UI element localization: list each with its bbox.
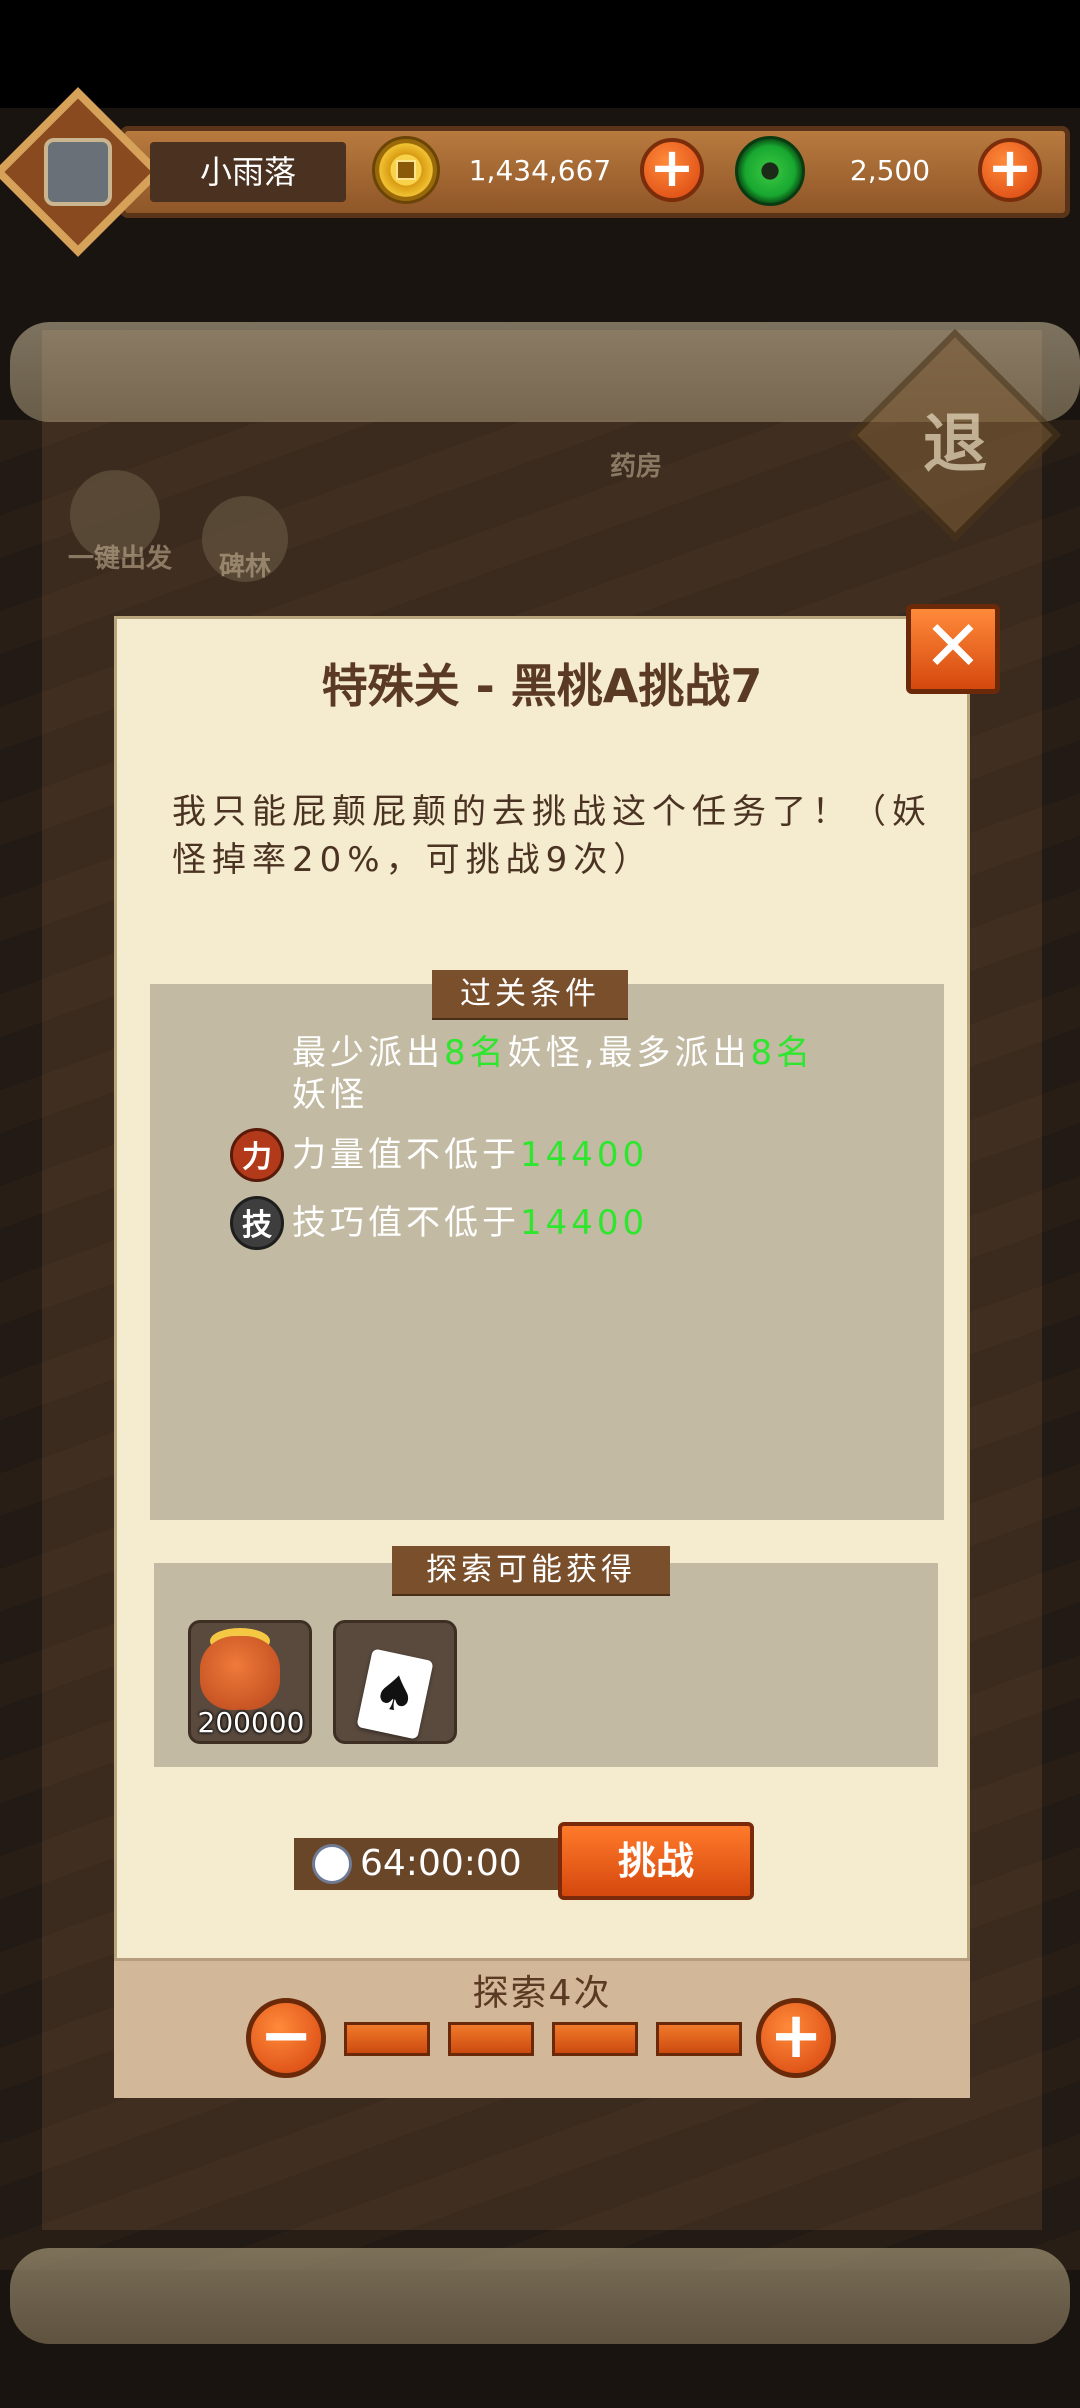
skill-icon: 技 (230, 1196, 284, 1250)
power-value: 14400 (520, 1135, 649, 1175)
reward-gold-amount: 200000 (197, 1706, 305, 1739)
power-icon: 力 (230, 1128, 284, 1182)
skill-condition: 技巧值不低于14400 (292, 1202, 752, 1244)
power-text: 力量值不低于 (292, 1135, 520, 1175)
dispatch-condition: 最少派出8名妖怪,最多派出8名妖怪 (292, 1032, 832, 1116)
player-name: 小雨落 (150, 142, 346, 202)
power-condition: 力量值不低于14400 (292, 1134, 752, 1176)
explore-segment (552, 2022, 638, 2056)
scroll-bottom-roll (10, 2248, 1070, 2344)
explore-segment (448, 2022, 534, 2056)
explore-segment (656, 2022, 742, 2056)
decrease-button[interactable]: − (246, 1998, 326, 2078)
gold-bag-icon (200, 1636, 280, 1710)
jade-icon (735, 136, 805, 206)
dialog-title: 特殊关 - 黑桃A挑战7 (321, 659, 763, 713)
rewards-title: 探索可能获得 (392, 1546, 670, 1594)
dispatch-prefix: 最少派出 (292, 1033, 444, 1073)
quick-start-label: 一键出发 (67, 544, 172, 574)
exit-label: 退 (923, 408, 987, 482)
status-bar (0, 0, 1080, 108)
explore-segment (344, 2022, 430, 2056)
skill-text: 技巧值不低于 (292, 1203, 520, 1243)
stele-forest-label: 碑林 (218, 552, 271, 582)
stopwatch-icon (312, 1844, 352, 1884)
jade-amount: 2,500 (849, 154, 931, 187)
add-coins-button[interactable]: + (640, 138, 704, 202)
pharmacy-label: 药房 (609, 452, 662, 482)
timer-value: 64:00:00 (360, 1843, 522, 1884)
conditions-title: 过关条件 (432, 970, 628, 1018)
challenge-button[interactable]: 挑战 (558, 1822, 754, 1900)
skill-value: 14400 (520, 1203, 649, 1243)
increase-button[interactable]: + (756, 1998, 836, 2078)
coin-hole-icon (396, 160, 416, 180)
add-jade-button[interactable]: + (978, 138, 1042, 202)
avatar-icon (44, 138, 112, 206)
dispatch-min: 8名 (444, 1033, 508, 1073)
explore-count-label: 探索4次 (472, 1973, 612, 2014)
dispatch-mid: 妖怪,最多派出 (507, 1033, 751, 1073)
dispatch-suffix: 妖怪 (292, 1075, 368, 1115)
dialog-description: 我只能屁颠屁颠的去挑战这个任务了！（妖怪掉率20%，可挑战9次） (172, 792, 932, 880)
coin-amount: 1,434,667 (468, 154, 612, 187)
dispatch-max: 8名 (750, 1033, 815, 1073)
